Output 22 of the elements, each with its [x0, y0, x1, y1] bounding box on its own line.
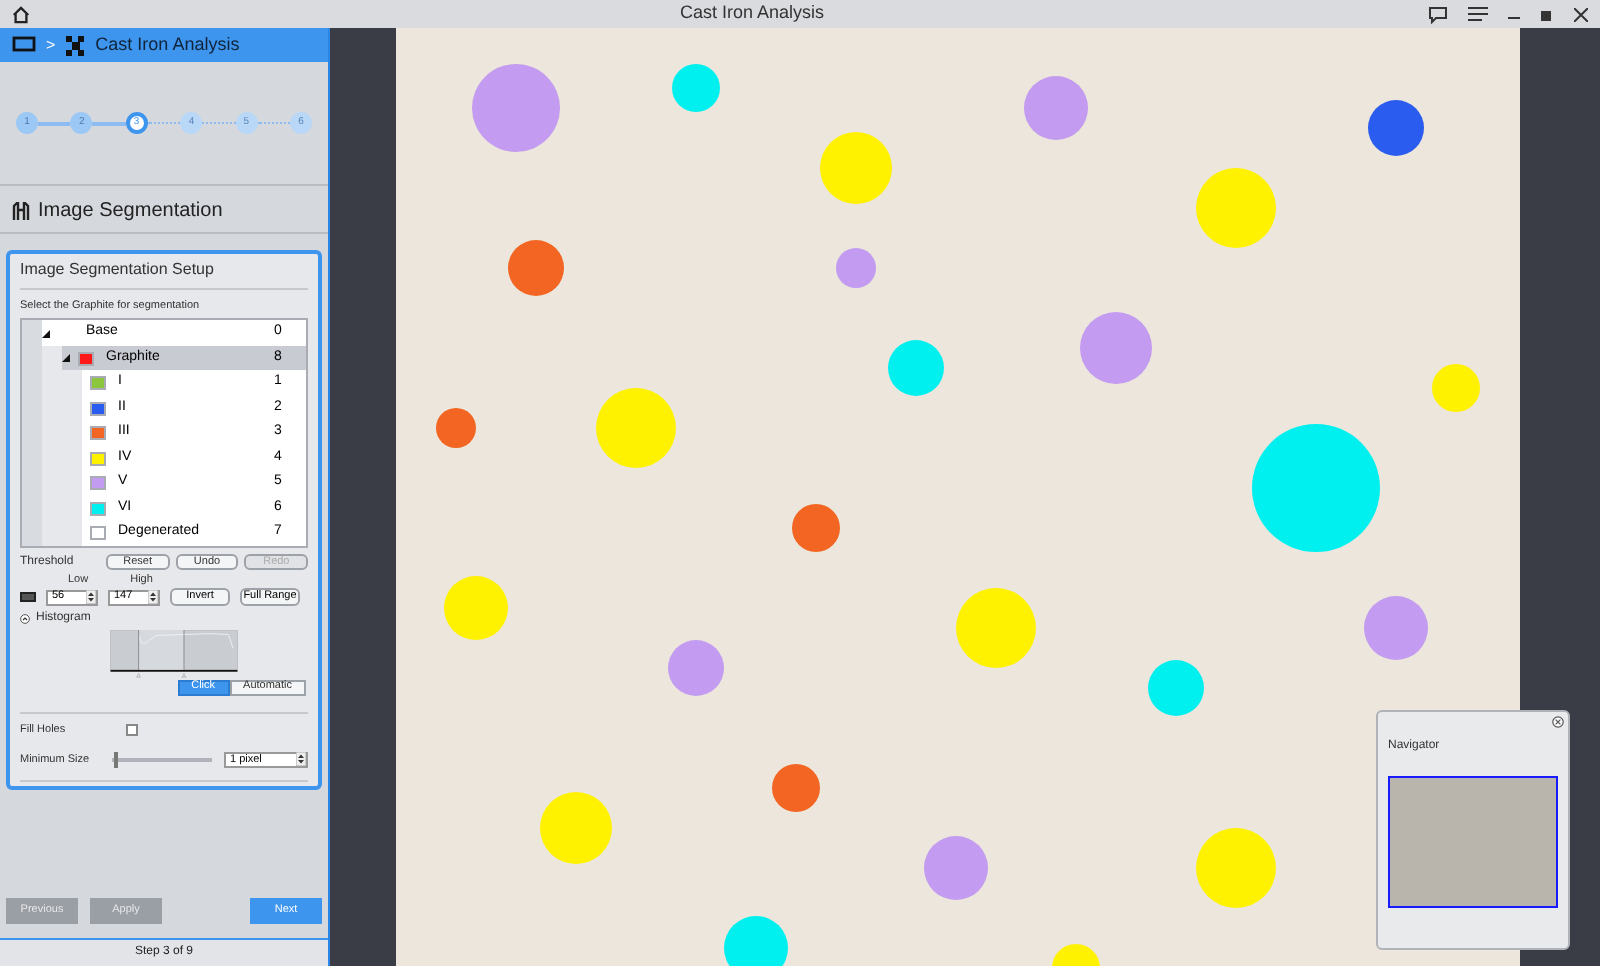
breadcrumb-title[interactable]: Cast Iron Analysis [95, 31, 240, 59]
section-title: Image Segmentation [38, 198, 223, 226]
monitor-icon[interactable] [12, 36, 36, 54]
expand-toggle-icon[interactable] [62, 354, 70, 362]
spin-arrows-icon[interactable] [148, 590, 158, 604]
grid-dots-icon [65, 35, 86, 55]
segmentation-icon [12, 202, 30, 220]
breadcrumb-separator: > [46, 33, 56, 57]
color-bar-icon [20, 592, 36, 602]
panel-title: Image Segmentation Setup [20, 258, 308, 290]
expand-toggle-icon[interactable] [42, 329, 50, 337]
chat-icon[interactable] [1428, 5, 1448, 23]
window-title: Cast Iron Analysis [680, 0, 825, 27]
close-icon[interactable] [1552, 716, 1564, 728]
list-icon[interactable] [1468, 6, 1488, 22]
spin-arrows-icon[interactable] [86, 590, 96, 604]
collapse-toggle-icon[interactable] [20, 614, 30, 624]
spin-arrows-icon[interactable] [296, 752, 306, 767]
fill-holes-checkbox[interactable] [125, 723, 138, 736]
restore-icon[interactable] [1540, 7, 1554, 21]
home-icon[interactable] [12, 5, 30, 23]
close-icon[interactable] [1574, 7, 1588, 21]
